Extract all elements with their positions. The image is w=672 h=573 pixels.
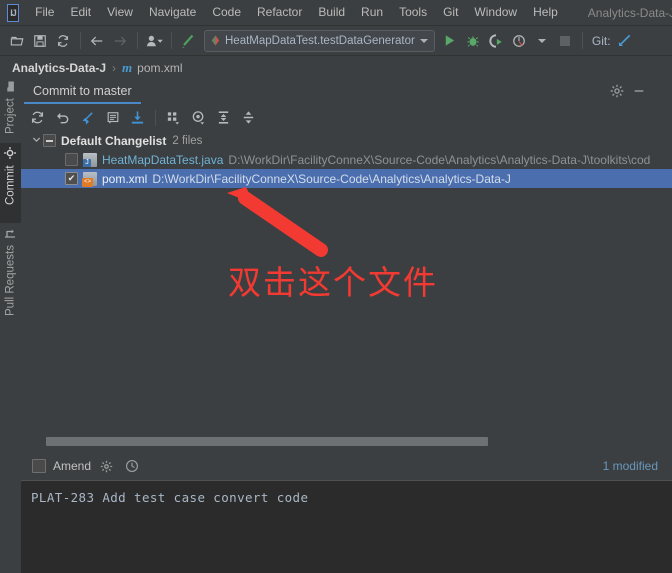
get-from-vcs-icon[interactable]: [125, 106, 150, 130]
git-label: Git:: [591, 33, 611, 48]
menu-code[interactable]: Code: [204, 0, 249, 25]
tab-commit-to-master[interactable]: Commit to master: [21, 77, 144, 104]
breadcrumb-file[interactable]: pom.xml: [137, 61, 182, 75]
group-by-icon[interactable]: [161, 106, 186, 130]
commit-window-actions: [606, 77, 650, 104]
refresh-changes-icon[interactable]: [25, 106, 50, 130]
shelve-silently-icon[interactable]: [75, 106, 100, 130]
commit-options-gear-icon[interactable]: [95, 455, 117, 477]
window-title: Analytics-Data-J - HeatM: [587, 5, 672, 20]
scrollbar-thumb[interactable]: [46, 437, 488, 446]
profiler-icon[interactable]: [508, 30, 530, 52]
menu-build[interactable]: Build: [310, 0, 353, 25]
annotation-text: 双击这个文件: [228, 263, 438, 302]
changelist-file-count: 2 files: [172, 134, 203, 147]
changes-tree-hscrollbar[interactable]: [26, 434, 667, 448]
sidebar-item-label: Commit: [4, 165, 17, 205]
minimize-icon[interactable]: [628, 80, 650, 102]
tab-label: Commit to master: [33, 83, 132, 98]
back-arrow-icon[interactable]: [86, 30, 108, 52]
preview-diff-icon[interactable]: [186, 106, 211, 130]
sidebar-item-project[interactable]: Project: [0, 77, 21, 145]
run-config-label: HeatMapDataTest.testDataGenerator: [225, 34, 415, 47]
chevron-down-icon[interactable]: [29, 135, 43, 146]
toolbar-divider: [137, 32, 138, 49]
run-play-icon[interactable]: [439, 30, 461, 52]
changelist-row[interactable]: Default Changelist 2 files: [21, 131, 672, 150]
menu-navigate[interactable]: Navigate: [141, 0, 204, 25]
commit-message-input[interactable]: PLAT-283 Add test case convert code: [21, 481, 672, 505]
menu-run[interactable]: Run: [353, 0, 391, 25]
forward-arrow-icon[interactable]: [109, 30, 131, 52]
menu-git[interactable]: Git: [435, 0, 466, 25]
amend-label: Amend: [53, 459, 92, 473]
main-toolbar: HeatMapDataTest.testDataGenerator Git:: [0, 26, 672, 56]
run-configuration-selector[interactable]: HeatMapDataTest.testDataGenerator: [204, 29, 435, 52]
menu-window[interactable]: Window: [466, 0, 525, 25]
menu-help[interactable]: Help: [525, 0, 566, 25]
file-checkbox[interactable]: [65, 153, 78, 166]
sidebar-item-commit[interactable]: Commit: [0, 143, 21, 223]
sync-icon[interactable]: [52, 30, 74, 52]
java-file-icon: [83, 152, 97, 167]
breadcrumb-separator: ›: [112, 60, 117, 75]
open-folder-icon[interactable]: [6, 30, 28, 52]
menu-tools[interactable]: Tools: [391, 0, 435, 25]
commit-message-area[interactable]: PLAT-283 Add test case convert code: [21, 480, 672, 573]
profiler-dropdown-caret-icon[interactable]: [531, 30, 553, 52]
file-checkbox[interactable]: [65, 172, 78, 185]
vcs-update-icon[interactable]: [614, 30, 636, 52]
run-with-coverage-icon[interactable]: [485, 30, 507, 52]
sidebar-item-label: Project: [4, 98, 17, 134]
user-profile-icon[interactable]: [143, 30, 165, 52]
build-hammer-icon[interactable]: [177, 30, 199, 52]
toolbar-divider: [171, 32, 172, 49]
commit-window-header: Commit to master: [21, 77, 672, 104]
show-diff-icon[interactable]: [100, 106, 125, 130]
commit-toolbar: [21, 104, 672, 131]
pull-request-icon: [5, 227, 17, 239]
intellij-window: IJ File Edit View Navigate Code Refactor…: [0, 0, 672, 573]
left-tool-window-strip: Project Commit Pull Requests: [0, 77, 22, 572]
sidebar-item-pull-requests[interactable]: Pull Requests: [0, 223, 21, 335]
file-name: HeatMapDataTest.java: [102, 152, 224, 167]
commit-history-clock-icon[interactable]: [121, 455, 143, 477]
status-badge: 1 modified: [602, 459, 658, 473]
file-path: D:\WorkDir\FacilityConneX\Source-Code\An…: [228, 152, 651, 167]
xml-file-icon: [82, 171, 97, 187]
table-row[interactable]: HeatMapDataTest.java D:\WorkDir\Facility…: [21, 150, 672, 169]
breadcrumb-project[interactable]: Analytics-Data-J: [12, 61, 106, 75]
toolbar-divider: [581, 32, 583, 49]
commit-icon: [4, 147, 17, 159]
gear-icon[interactable]: [606, 80, 628, 102]
changelist-checkbox[interactable]: [43, 134, 56, 147]
rollback-icon[interactable]: [50, 106, 75, 130]
stop-icon[interactable]: [554, 30, 576, 52]
menu-refactor[interactable]: Refactor: [249, 0, 310, 25]
menu-file[interactable]: File: [27, 0, 62, 25]
commit-tool-window: Commit to master Default Changelist 2 fi…: [21, 77, 672, 573]
menu-view[interactable]: View: [99, 0, 141, 25]
amend-checkbox[interactable]: [32, 459, 46, 473]
maven-file-icon: m: [122, 59, 133, 75]
intellij-logo-icon: IJ: [7, 3, 20, 22]
menu-edit[interactable]: Edit: [62, 0, 99, 25]
run-config-type-icon: [211, 35, 220, 46]
amend-bar: Amend 1 modified: [21, 452, 672, 480]
save-icon[interactable]: [29, 30, 51, 52]
table-row[interactable]: pom.xml D:\WorkDir\FacilityConneX\Source…: [21, 169, 672, 188]
file-name: pom.xml: [102, 171, 148, 186]
collapse-all-icon[interactable]: [236, 106, 261, 130]
expand-all-icon[interactable]: [211, 106, 236, 130]
toolbar-divider: [80, 32, 81, 49]
menu-bar: IJ File Edit View Navigate Code Refactor…: [0, 0, 672, 26]
toolbar-divider: [155, 109, 156, 126]
file-path: D:\WorkDir\FacilityConneX\Source-Code\An…: [152, 171, 511, 186]
project-folder-icon: [5, 81, 17, 92]
changelist-name: Default Changelist: [61, 133, 167, 148]
debug-bug-icon[interactable]: [462, 30, 484, 52]
chevron-down-icon: [419, 38, 428, 43]
sidebar-item-label: Pull Requests: [4, 245, 17, 316]
